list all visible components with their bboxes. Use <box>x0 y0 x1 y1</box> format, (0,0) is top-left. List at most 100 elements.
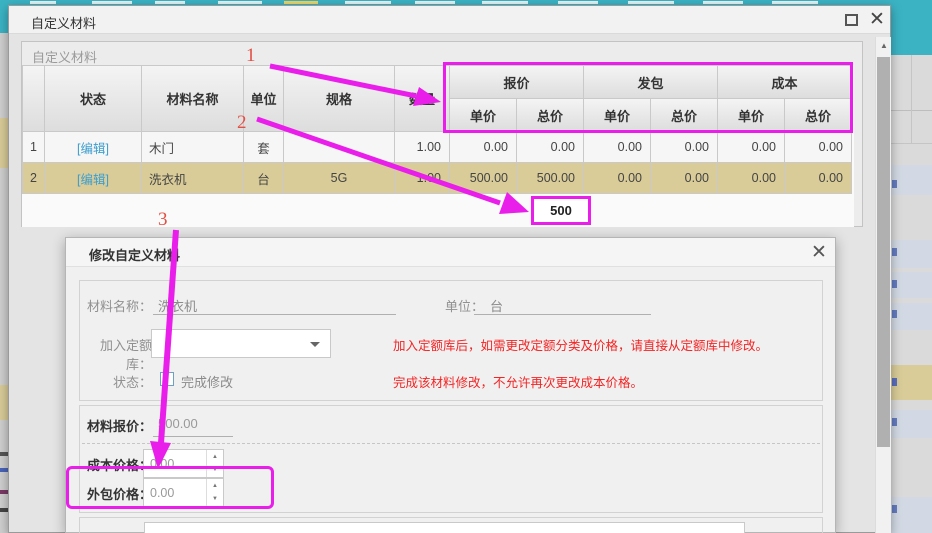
spin-up-icon[interactable]: ▲ <box>207 479 223 493</box>
table-row-selected[interactable]: 2 [编辑] 洗衣机 台 5G 1.00 500.00 500.00 0.00 … <box>23 163 852 194</box>
cell-contract-total: 0.00 <box>651 163 718 194</box>
header-contract-total: 总价 <box>651 99 718 132</box>
quota-label: 加入定额库： <box>76 335 152 373</box>
close-icon[interactable]: ✕ <box>811 241 827 264</box>
cell-qty: 1.00 <box>395 163 450 194</box>
cost-price-spinner[interactable]: 0.00 ▲▼ <box>143 449 224 478</box>
cell-cost-unitprice: 0.00 <box>718 132 785 163</box>
cell-rownum: 2 <box>23 163 45 194</box>
table-row[interactable]: 1 [编辑] 木门 套 1.00 0.00 0.00 0.00 0.00 0.0… <box>23 132 852 163</box>
toolbar-fragment <box>345 1 391 4</box>
scrollbar-thumb[interactable] <box>877 57 890 447</box>
vertical-scrollbar[interactable]: ▲ <box>875 37 891 533</box>
cell-status: [编辑] <box>45 132 142 163</box>
header-quote: 报价 <box>450 66 584 99</box>
header-group-contract: 发包 单价 总价 <box>584 66 718 132</box>
toolbar-fragment <box>30 1 56 4</box>
spin-down-icon[interactable]: ▼ <box>207 493 223 507</box>
header-contract: 发包 <box>584 66 718 99</box>
edit-material-dialog: 修改自定义材料 ✕ 材料名称： 洗衣机 单位： 台 加入定额库： 加入定额库后，… <box>65 237 836 533</box>
toolbar-fragment <box>155 1 185 4</box>
cell-unit: 套 <box>244 132 284 163</box>
cell-spec <box>284 132 395 163</box>
background-right-strip <box>891 0 932 533</box>
scroll-up-icon[interactable]: ▲ <box>876 37 892 53</box>
toolbar-fragment <box>482 1 528 4</box>
header-unit: 单位 <box>244 66 284 132</box>
table-header: 状态 材料名称 单位 规格 数量 报价 单价 总价 发包 <box>23 66 852 132</box>
cell-quote-total: 500.00 <box>517 163 584 194</box>
status-label: 状态： <box>76 372 152 391</box>
cell-name: 木门 <box>142 132 244 163</box>
unit-value[interactable]: 台 <box>490 296 503 315</box>
header-cost: 成本 <box>718 66 852 99</box>
status-hint: 完成该材料修改，不允许再次更改成本价格。 <box>393 372 643 391</box>
edit-link[interactable]: [编辑] <box>77 138 109 157</box>
close-icon[interactable]: ✕ <box>869 9 885 31</box>
quota-combobox[interactable] <box>151 329 331 358</box>
spin-down-icon[interactable]: ▼ <box>207 464 223 478</box>
cell-status: [编辑] <box>45 163 142 194</box>
header-quote-total: 总价 <box>517 99 584 132</box>
background-left-strip <box>0 0 8 533</box>
header-group-quote: 报价 单价 总价 <box>450 66 584 132</box>
dialog-title: 自定义材料 <box>31 13 96 32</box>
toolbar-fragment <box>772 1 818 4</box>
cell-unit: 台 <box>244 163 284 194</box>
header-qty: 数量 <box>395 66 450 132</box>
dashed-separator <box>82 443 820 444</box>
done-checkbox[interactable] <box>160 372 174 386</box>
cell-contract-unitprice: 0.00 <box>584 132 651 163</box>
cell-quote-total: 0.00 <box>517 132 584 163</box>
material-table: 状态 材料名称 单位 规格 数量 报价 单价 总价 发包 <box>22 65 852 194</box>
chevron-down-icon <box>310 342 320 347</box>
groupbox-label: 自定义材料 <box>32 47 97 66</box>
toolbar-fragment <box>628 1 674 4</box>
quote-price-value: 500.00 <box>158 416 198 431</box>
header-cost-total: 总价 <box>785 99 852 132</box>
header-spec: 规格 <box>284 66 395 132</box>
cell-contract-unitprice: 0.00 <box>584 163 651 194</box>
toolbar-fragment <box>415 1 455 4</box>
header-status: 状态 <box>45 66 142 132</box>
outsource-price-spinner[interactable]: 0.00 ▲▼ <box>143 478 224 507</box>
unit-input-underline[interactable] <box>474 314 651 315</box>
material-name-value[interactable]: 洗衣机 <box>158 296 197 315</box>
quote-price-label: 材料报价： <box>84 416 152 435</box>
unit-label: 单位： <box>426 296 484 315</box>
toolbar-fragment <box>218 1 262 4</box>
done-checkbox-label: 完成修改 <box>181 372 233 391</box>
spin-up-icon[interactable]: ▲ <box>207 450 223 464</box>
toolbar-fragment <box>92 1 132 4</box>
cell-spec: 5G <box>284 163 395 194</box>
quote-price-underline <box>153 436 233 437</box>
cell-cost-total: 0.00 <box>785 163 852 194</box>
cell-cost-total: 0.00 <box>785 132 852 163</box>
quota-hint: 加入定额库后，如需更改定额分类及价格，请直接从定额库中修改。 <box>393 335 768 354</box>
edit-link[interactable]: [编辑] <box>77 169 109 188</box>
dialog-titlebar[interactable]: 自定义材料 <box>9 6 890 34</box>
cell-contract-total: 0.00 <box>651 132 718 163</box>
header-cost-unitprice: 单价 <box>718 99 785 132</box>
material-name-input-underline[interactable] <box>153 314 396 315</box>
material-name-label: 材料名称： <box>86 296 152 315</box>
header-name: 材料名称 <box>142 66 244 132</box>
cell-name: 洗衣机 <box>142 163 244 194</box>
remark-textarea[interactable] <box>144 522 745 533</box>
toolbar-fragment <box>284 1 318 4</box>
cell-qty: 1.00 <box>395 132 450 163</box>
dialog-title: 修改自定义材料 <box>89 245 180 264</box>
dialog-titlebar[interactable]: 修改自定义材料 <box>66 238 835 267</box>
toolbar-fragment <box>703 1 743 4</box>
cell-cost-unitprice: 0.00 <box>718 163 785 194</box>
maximize-icon[interactable] <box>845 14 858 26</box>
header-quote-unitprice: 单价 <box>450 99 517 132</box>
header-group-cost: 成本 单价 总价 <box>718 66 852 132</box>
cost-price-value[interactable]: 0.00 <box>150 457 174 471</box>
outsource-price-value[interactable]: 0.00 <box>150 486 174 500</box>
header-rownum <box>23 66 45 132</box>
toolbar-fragment <box>558 1 598 4</box>
screen: 自定义材料 ✕ 自定义材料 状态 材料名称 单位 规格 数量 报价 <box>0 0 932 533</box>
cell-rownum: 1 <box>23 132 45 163</box>
cell-quote-unitprice: 0.00 <box>450 132 517 163</box>
